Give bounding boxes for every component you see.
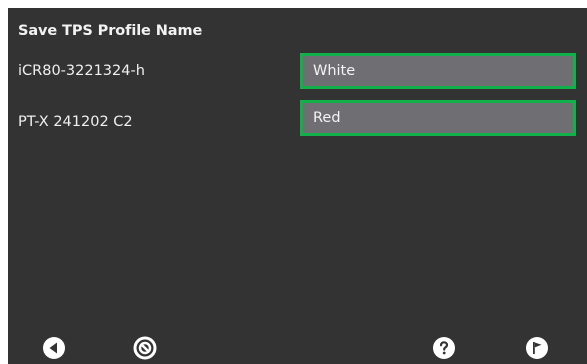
help-button[interactable] xyxy=(432,336,456,360)
dialog-title: Save TPS Profile Name xyxy=(18,23,203,39)
back-button[interactable] xyxy=(42,336,66,360)
help-icon xyxy=(433,337,455,359)
device-label-2: PT-X 241202 C2 xyxy=(18,114,133,130)
device-label-1: iCR80-3221324-h xyxy=(18,63,145,79)
profile-name-field-1[interactable]: White xyxy=(300,53,576,89)
tps-profile-dialog: Save TPS Profile Name iCR80-3221324-h Wh… xyxy=(8,8,587,364)
back-arrow-icon xyxy=(43,337,65,359)
cancel-icon xyxy=(133,336,157,360)
cancel-button[interactable] xyxy=(133,336,157,360)
finish-flag-icon xyxy=(526,337,548,359)
bottom-toolbar xyxy=(8,316,587,364)
finish-button[interactable] xyxy=(525,336,549,360)
profile-name-field-2[interactable]: Red xyxy=(300,100,576,136)
